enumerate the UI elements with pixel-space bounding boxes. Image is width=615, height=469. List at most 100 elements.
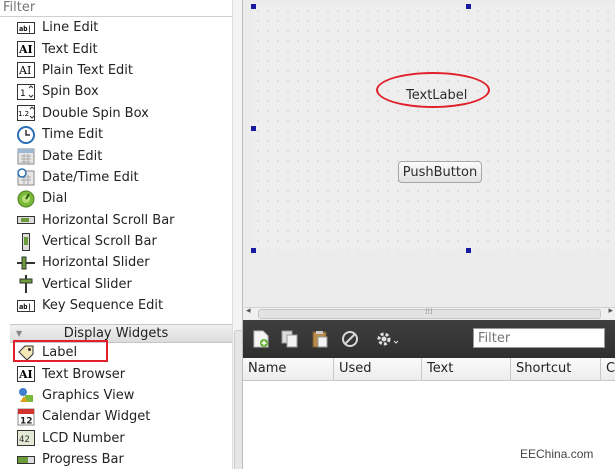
new-action-icon[interactable] — [251, 329, 271, 349]
widget-item-label-text: LCD Number — [42, 430, 125, 446]
double-spin-box-icon: 1.2 — [17, 104, 35, 122]
form-editor-area — [242, 0, 615, 320]
widget-item-spin-box[interactable]: 1 Spin Box — [0, 81, 232, 102]
widget-item-vertical-slider[interactable]: Vertical Slider — [0, 274, 232, 295]
svg-text:AI: AI — [18, 368, 33, 381]
widget-item-graphics-view[interactable]: Graphics View — [0, 385, 232, 406]
text-edit-icon: AI — [17, 40, 35, 58]
widget-item-label-text: Text Browser — [42, 366, 126, 382]
widget-item-line-edit[interactable]: ab| Line Edit — [0, 17, 232, 38]
form-scroll-thumb[interactable]: ⁞⁞⁞ — [258, 307, 601, 319]
widget-item-date-time-edit[interactable]: Date/Time Edit — [0, 167, 232, 188]
push-button-widget[interactable]: PushButton — [398, 161, 482, 183]
selection-handle[interactable] — [466, 4, 471, 9]
form-horizontal-scrollbar[interactable]: ◂ ⁞⁞⁞ ▸ — [244, 306, 615, 319]
spin-box-icon: 1 — [17, 83, 35, 101]
vertical-slider-icon — [17, 275, 35, 294]
widget-item-text-edit[interactable]: AI Text Edit — [0, 38, 232, 59]
widget-box: ab| Line Edit AI Text Edit AI Plain Text… — [0, 0, 242, 469]
widget-item-label: Horizontal Slider — [42, 255, 150, 271]
scroll-grip-icon: ⁞⁞⁞ — [425, 307, 433, 316]
widget-item-key-sequence-edit[interactable]: ab| Key Sequence Edit — [0, 295, 232, 316]
text-label-highlight-circle — [376, 72, 490, 108]
dial-icon — [17, 190, 35, 208]
delete-icon[interactable] — [340, 329, 360, 349]
widget-item-label: Text Edit — [42, 41, 98, 57]
widget-filter-row — [0, 0, 232, 17]
svg-text:1: 1 — [20, 89, 26, 99]
widget-item-time-edit[interactable]: Time Edit — [0, 124, 232, 145]
widget-item-label: Key Sequence Edit — [42, 298, 164, 314]
widget-item-horizontal-scroll-bar[interactable]: Horizontal Scroll Bar — [0, 210, 232, 231]
svg-text:1.2: 1.2 — [18, 110, 29, 118]
widget-item-label-text: Graphics View — [42, 387, 135, 403]
column-header-text[interactable]: Text — [422, 358, 511, 380]
copy-icon[interactable] — [280, 329, 300, 349]
svg-text:AI: AI — [18, 64, 31, 77]
selection-handle[interactable] — [466, 248, 471, 253]
widget-item-plain-text-edit[interactable]: AI Plain Text Edit — [0, 60, 232, 81]
scroll-left-arrow-icon[interactable]: ◂ — [246, 306, 251, 316]
widget-box-scrollbar[interactable] — [232, 0, 242, 469]
selection-handle[interactable] — [251, 248, 256, 253]
graphics-view-icon — [17, 386, 35, 404]
plain-text-edit-icon: AI — [17, 61, 35, 79]
action-filter-input[interactable] — [473, 328, 605, 348]
vertical-scroll-bar-icon — [17, 232, 35, 251]
calendar-widget-icon: 12 — [17, 408, 35, 426]
widget-item-label: Horizontal Scroll Bar — [42, 212, 175, 228]
widget-item-horizontal-slider[interactable]: Horizontal Slider — [0, 252, 232, 273]
widget-box-scroll-thumb[interactable] — [234, 330, 242, 469]
column-header-checkable[interactable]: C — [601, 358, 615, 380]
widget-item-label: Spin Box — [42, 84, 99, 100]
column-header-name[interactable]: Name — [243, 358, 334, 380]
widget-list: ab| Line Edit AI Text Edit AI Plain Text… — [0, 17, 232, 316]
form-canvas[interactable] — [253, 6, 615, 251]
widget-item-label: Dial — [42, 191, 68, 207]
widget-item-progress-bar[interactable]: Progress Bar — [0, 449, 232, 469]
action-editor-toolbar — [243, 320, 615, 358]
widget-item-label: Time Edit — [42, 127, 104, 143]
watermark-text: EEChina.com — [520, 447, 594, 461]
collapse-arrow-icon: ▼ — [16, 329, 23, 338]
column-header-used[interactable]: Used — [334, 358, 422, 380]
widget-item-text-browser[interactable]: AI Text Browser — [0, 363, 232, 384]
selection-handle[interactable] — [251, 4, 256, 9]
paste-icon[interactable] — [310, 329, 330, 349]
category-label: Display Widgets — [63, 326, 169, 341]
label-highlight-box — [13, 340, 108, 362]
widget-item-label: Date/Time Edit — [42, 169, 139, 185]
widget-item-vertical-scroll-bar[interactable]: Vertical Scroll Bar — [0, 231, 232, 252]
column-header-shortcut[interactable]: Shortcut — [511, 358, 601, 380]
widget-item-label: Vertical Scroll Bar — [42, 234, 157, 250]
widget-item-label: Line Edit — [42, 20, 99, 36]
gear-icon[interactable] — [374, 329, 402, 349]
key-sequence-edit-icon: ab| — [17, 297, 35, 315]
selection-handle[interactable] — [251, 126, 256, 131]
widget-item-lcd-number[interactable]: 42 LCD Number — [0, 428, 232, 449]
progress-bar-icon — [17, 451, 35, 469]
date-time-icon — [17, 168, 35, 186]
widget-item-dial[interactable]: Dial — [0, 188, 232, 209]
widget-item-calendar-widget[interactable]: 12 Calendar Widget — [0, 406, 232, 427]
svg-text:ab|: ab| — [19, 303, 32, 312]
scroll-right-arrow-icon[interactable]: ▸ — [608, 306, 613, 316]
text-browser-icon: AI — [17, 365, 35, 383]
line-edit-icon: ab| — [17, 19, 35, 37]
action-table-header: Name Used Text Shortcut C — [243, 358, 615, 381]
svg-text:AI: AI — [18, 43, 33, 56]
calendar-icon — [17, 147, 35, 165]
widget-item-double-spin-box[interactable]: 1.2 Double Spin Box — [0, 103, 232, 124]
lcd-number-icon: 42 — [17, 429, 35, 447]
widget-item-label: Double Spin Box — [42, 105, 149, 121]
widget-filter-input[interactable] — [0, 0, 231, 15]
widget-item-date-edit[interactable]: Date Edit — [0, 145, 232, 166]
widget-item-label: Date Edit — [42, 148, 103, 164]
widget-item-label-text: Progress Bar — [42, 452, 124, 468]
widget-item-label: Plain Text Edit — [42, 62, 133, 78]
svg-text:12: 12 — [20, 416, 33, 426]
widget-item-label: Vertical Slider — [42, 276, 132, 292]
svg-text:42: 42 — [19, 435, 30, 445]
svg-text:ab|: ab| — [19, 25, 32, 34]
horizontal-slider-icon — [17, 254, 35, 272]
